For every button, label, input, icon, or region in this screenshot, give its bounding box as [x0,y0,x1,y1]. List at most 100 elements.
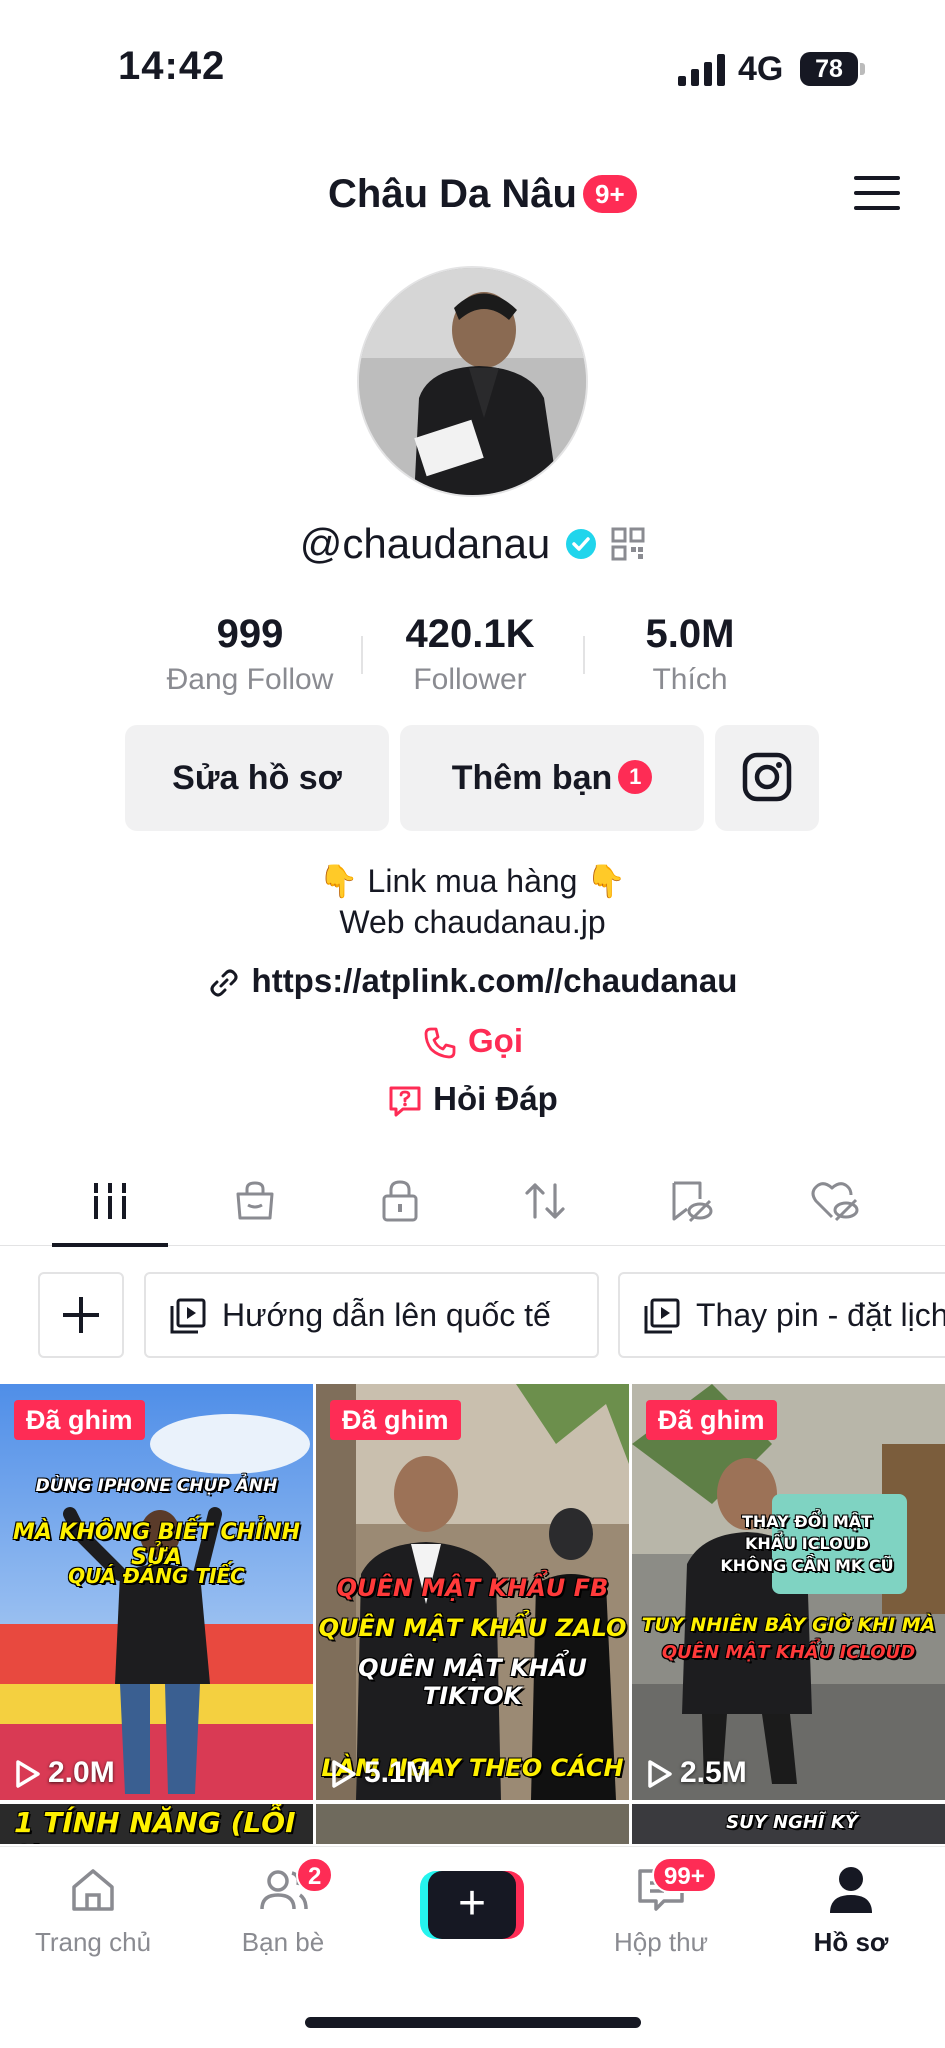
pinned-badge: Đã ghim [14,1400,145,1440]
call-button[interactable]: Gọi [0,1022,945,1061]
status-time: 14:42 [118,44,226,88]
network-type: 4G [738,50,784,88]
edit-profile-button[interactable]: Sửa hồ sơ [125,725,389,831]
nav-inbox[interactable]: 99+ Hộp thư [586,1857,736,1958]
playlist-icon [170,1298,206,1334]
bottom-navigation: Trang chủ 2 Bạn bè + 99+ Hộp thư Hồ sơ [0,1846,945,2048]
nav-profile[interactable]: Hồ sơ [776,1863,926,1958]
heart-hidden-icon [811,1182,859,1222]
tab-favorites[interactable] [660,1174,720,1228]
qa-label: Hỏi Đáp [433,1080,558,1117]
create-button[interactable]: + [420,1871,524,1939]
bio-line-1: 👇 Link mua hàng 👇 [318,863,627,899]
tab-private[interactable] [370,1174,430,1228]
active-tab-indicator [52,1243,168,1247]
plus-icon [63,1297,99,1333]
edit-profile-label: Sửa hồ sơ [172,759,342,797]
tab-shop[interactable] [225,1174,285,1228]
bio-link-text: https://atplink.com//chaudanau [251,962,738,999]
tab-videos[interactable] [80,1174,140,1228]
video-thumbnail [0,1384,313,1800]
qr-code-icon[interactable] [611,527,645,561]
friends-badge: 2 [296,1857,334,1893]
collection-chip[interactable]: Hướng dẫn lên quốc tế [144,1272,599,1358]
video-caption: KHẨU ICLOUD [745,1534,869,1553]
video-tile[interactable]: QUÊN MẬT KHẨU FB QUÊN MẬT KHẨU ZALO QUÊN… [316,1384,629,1800]
pinned-badge: Đã ghim [330,1400,461,1440]
call-label: Gọi [468,1022,523,1059]
followers-label: Follower [413,663,527,696]
status-bar: 14:42 4G 78 [0,0,945,130]
link-icon [210,969,238,997]
collections-row: Hướng dẫn lên quốc tế Thay pin - đặt lịc… [0,1272,945,1360]
lock-icon [382,1180,418,1222]
nav-home[interactable]: Trang chủ [18,1863,168,1958]
view-count: 5.1M [330,1756,431,1790]
nav-home-label: Trang chủ [34,1927,152,1957]
view-count: 2.5M [646,1756,747,1790]
play-icon [648,1760,672,1788]
menu-icon[interactable] [854,176,900,212]
add-friend-label: Thêm bạn [451,759,613,797]
likes-stat[interactable]: 5.0M Thích [580,612,800,697]
video-tile[interactable]: THAY ĐỔI MẬT KHẨU ICLOUD KHÔNG CẦN MK CŨ… [632,1384,945,1800]
video-caption: 1 TÍNH NĂNG (LỖI ?) [14,1806,296,1844]
grid-videos-icon [90,1183,130,1219]
account-name-switcher[interactable]: Châu Da Nâu [328,172,577,217]
view-count-text: 2.5M [680,1756,747,1789]
likes-label: Thích [652,663,728,696]
playlist-icon [644,1298,680,1334]
add-collection-button[interactable] [38,1272,124,1358]
play-icon [332,1760,356,1788]
following-count: 999 [216,612,284,656]
video-caption: SUY NGHĨ KỸ [726,1812,858,1833]
collection-label: Thay pin - đặt lịch [696,1297,945,1333]
video-caption: THAY ĐỔI MẬT [741,1512,873,1531]
tab-repost[interactable] [515,1174,575,1228]
instagram-icon [742,752,792,802]
battery-icon: 78 [800,52,866,86]
bookmark-hidden-icon [672,1181,713,1223]
video-thumbnail [632,1384,945,1800]
video-caption: MÀ KHÔNG BIẾT CHỈNH SỬA [12,1520,301,1570]
nav-friends[interactable]: 2 Bạn bè [208,1857,358,1958]
video-tile[interactable]: 1 TÍNH NĂNG (LỖI ?) [0,1804,313,1844]
collection-label: Hướng dẫn lên quốc tế [222,1297,551,1333]
tab-liked[interactable] [805,1174,865,1228]
instagram-button[interactable] [715,725,819,831]
content-tabs [0,1160,945,1247]
view-count-text: 2.0M [48,1756,115,1789]
following-label: Đang Follow [166,663,334,696]
video-tile[interactable] [316,1804,629,1844]
profile-header: Châu Da Nâu 9+ [0,160,945,232]
video-caption: KHÔNG CẦN MK CŨ [720,1556,894,1575]
video-caption: QUÁ ĐÁNG TIẾC [68,1564,245,1588]
bio-link[interactable]: https://atplink.com//chaudanau [0,962,945,1000]
video-caption: QUÊN MẬT KHẨU FB [336,1574,609,1602]
add-friend-button[interactable]: Thêm bạn 1 [400,725,704,831]
avatar[interactable] [357,266,588,497]
play-icon [16,1760,40,1788]
bio-line-2: Web chaudanau.jp [339,904,606,940]
nav-profile-label: Hồ sơ [813,1927,889,1957]
battery-level: 78 [800,52,858,86]
video-tile[interactable]: SUY NGHĨ KỸ [632,1804,945,1844]
view-count-text: 5.1M [364,1756,431,1789]
signal-icon [678,54,725,86]
verified-badge-icon [565,529,596,559]
handle-row: @chaudanau [0,520,945,568]
account-notification-badge: 9+ [583,175,637,213]
video-tile[interactable]: DÙNG IPHONE CHỤP ẢNH MÀ KHÔNG BIẾT CHỈNH… [0,1384,313,1800]
followers-stat[interactable]: 420.1K Follower [360,612,580,697]
inbox-badge: 99+ [652,1857,717,1893]
video-caption: QUÊN MẬT KHẨU ICLOUD [661,1642,916,1663]
plus-icon: + [428,1871,516,1939]
shopping-bag-icon [236,1181,274,1220]
following-stat[interactable]: 999 Đang Follow [140,612,360,697]
qa-button[interactable]: Hỏi Đáp [0,1080,945,1119]
home-indicator[interactable] [305,2017,641,2028]
add-friend-badge: 1 [618,760,653,795]
question-bubble-icon [389,1086,421,1117]
phone-icon [424,1027,456,1059]
collection-chip[interactable]: Thay pin - đặt lịch [618,1272,945,1358]
